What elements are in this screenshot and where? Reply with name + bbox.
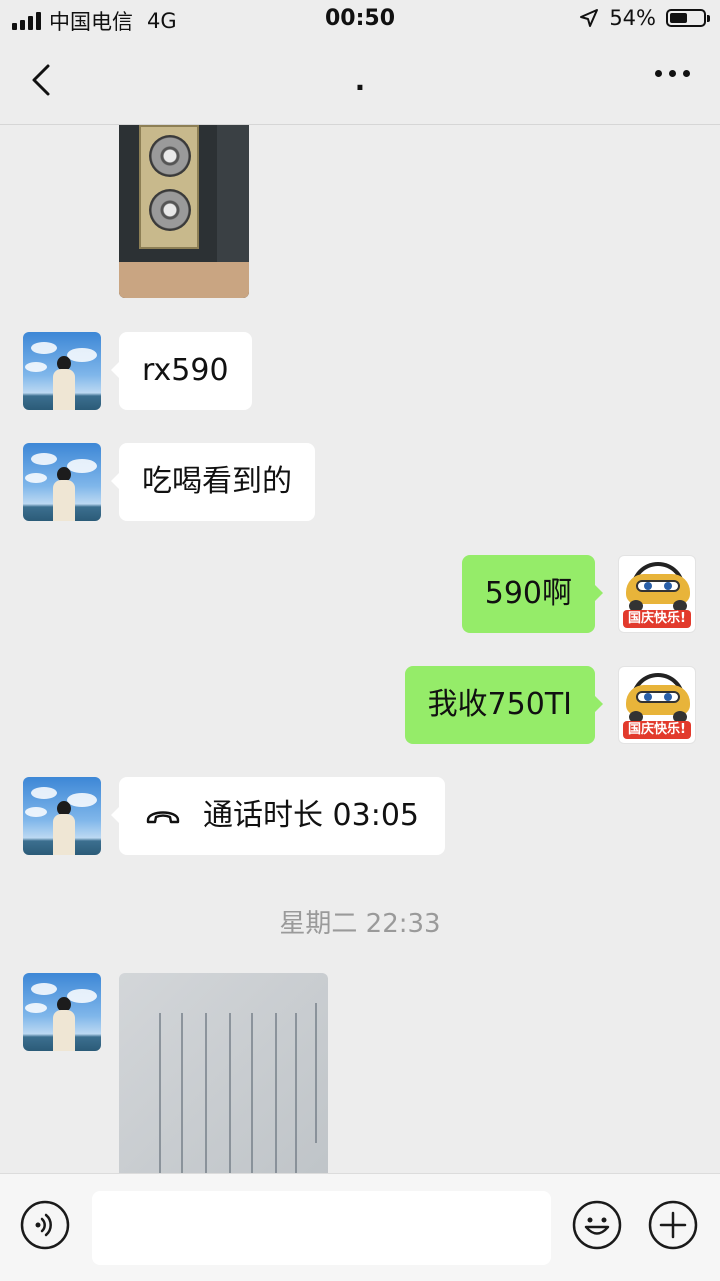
image-message-specs[interactable] — [119, 973, 328, 1173]
message-bubble-incoming[interactable]: rx590 — [111, 332, 252, 410]
avatar-contact[interactable] — [23, 777, 101, 855]
message-list[interactable]: rx590 吃喝看到的 590啊 国庆快乐! 我收750TI 国庆快乐! 通话时… — [0, 125, 720, 1173]
chat-title: . — [354, 64, 366, 97]
battery-icon — [666, 9, 710, 27]
battery-fill — [670, 13, 688, 23]
timestamp-divider: 星期二 22:33 — [279, 909, 441, 939]
call-record-bubble[interactable]: 通话时长 03:05 — [111, 777, 445, 855]
image-message-gpu[interactable] — [119, 125, 249, 298]
chat-header: . — [0, 40, 720, 125]
status-bar: 中国电信 4G 00:50 54% — [0, 0, 720, 40]
message-bubble-outgoing[interactable]: 590啊 — [461, 555, 604, 633]
battery-percent: 54% — [609, 6, 656, 30]
avatar-badge: 国庆快乐! — [623, 610, 691, 628]
carrier-name: 中国电信 — [49, 10, 133, 34]
avatar-self[interactable]: 国庆快乐! — [618, 666, 696, 744]
message-bubble-outgoing[interactable]: 我收750TI — [404, 666, 604, 744]
message-input[interactable] — [92, 1191, 551, 1265]
avatar-contact[interactable] — [23, 443, 101, 521]
more-dots-icon[interactable] — [655, 70, 690, 77]
network-type: 4G — [147, 9, 177, 33]
signal-icon — [12, 12, 41, 30]
input-toolbar — [0, 1173, 720, 1281]
plus-icon[interactable] — [648, 1200, 698, 1250]
photo-wall — [217, 125, 249, 265]
graphics-card-image — [139, 125, 199, 249]
photo-floor — [119, 262, 249, 298]
emoji-icon[interactable] — [572, 1200, 622, 1250]
voice-icon[interactable] — [20, 1200, 70, 1250]
status-left: 中国电信 4G — [12, 6, 177, 36]
avatar-contact[interactable] — [23, 332, 101, 410]
phone-hangup-icon — [146, 811, 180, 824]
status-right: 54% — [579, 6, 710, 30]
avatar-badge: 国庆快乐! — [623, 721, 691, 739]
avatar-self[interactable]: 国庆快乐! — [618, 555, 696, 633]
call-duration-text: 通话时长 03:05 — [203, 798, 419, 833]
message-bubble-incoming[interactable]: 吃喝看到的 — [111, 443, 315, 521]
chevron-left-icon[interactable] — [24, 60, 64, 100]
avatar-contact[interactable] — [23, 973, 101, 1051]
location-arrow-icon — [580, 9, 599, 27]
